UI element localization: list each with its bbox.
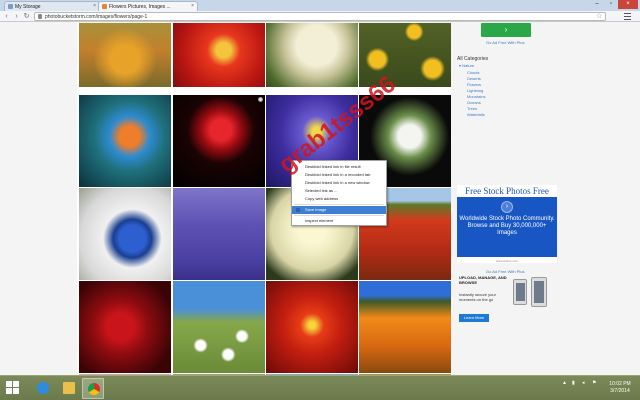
- context-menu-item-label: Save Image: [305, 207, 327, 212]
- tab-title: My Storage: [15, 4, 41, 10]
- page-info-icon: [38, 14, 42, 19]
- context-menu-item[interactable]: Selected link as ...: [292, 187, 386, 195]
- ad-subtext: Instantly secure your moments on the go: [459, 292, 496, 302]
- flower-image-tile[interactable]: [173, 281, 265, 373]
- context-menu-separator: [294, 215, 384, 216]
- context-menu-item[interactable]: Inspect element: [292, 217, 386, 225]
- address-bar[interactable]: photobucketstorm.com/images/flowers/page…: [34, 12, 606, 21]
- flower-image-tile[interactable]: [79, 281, 171, 373]
- category-link[interactable]: Clouds: [467, 70, 479, 75]
- windows-taskbar: ▲ ▮ ◂ ⚑ 10:02 PM 3/7/2014: [0, 375, 640, 400]
- web-page: Deskfold linked link in file result Desk…: [0, 23, 640, 375]
- flower-image-tile[interactable]: [79, 188, 171, 280]
- ad-banner: › Worldwide Stock Photo Community. Brows…: [457, 197, 557, 257]
- flower-image-tile[interactable]: [266, 23, 358, 87]
- browser-tab-bar: My Storage × Flowers Pictures, Images ..…: [0, 0, 640, 11]
- tab-favicon-icon: [102, 4, 107, 9]
- taskbar-clock[interactable]: 10:02 PM 3/7/2014: [604, 381, 636, 395]
- tab-favicon-icon: [8, 4, 13, 9]
- image-grid: Deskfold linked link in file result Desk…: [77, 23, 451, 375]
- clock-time: 10:02 PM: [609, 381, 631, 387]
- tab-flowers-pictures[interactable]: Flowers Pictures, Images ... ×: [98, 1, 198, 11]
- close-window-icon[interactable]: ×: [618, 0, 638, 9]
- phone-image-icon: [531, 277, 547, 307]
- address-bar-url: photobucketstorm.com/images/flowers/page…: [45, 14, 148, 20]
- volume-icon[interactable]: ◂: [582, 380, 585, 386]
- flower-image-tile[interactable]: [173, 95, 265, 187]
- save-image-icon: [296, 208, 300, 212]
- reload-icon[interactable]: ↻: [22, 12, 31, 21]
- category-link[interactable]: Trees: [467, 106, 477, 111]
- category-link[interactable]: Oceans: [467, 100, 481, 105]
- upload-app-ad[interactable]: UPLOAD, MANAGE, AND BROWSE Instantly sec…: [457, 275, 557, 329]
- browser-menu-icon[interactable]: [624, 13, 631, 20]
- phone-image-icon: [513, 279, 527, 305]
- category-link[interactable]: Lightning: [467, 88, 483, 93]
- category-link[interactable]: Mountains: [467, 94, 485, 99]
- network-icon[interactable]: ▮: [572, 380, 575, 386]
- chevron-right-icon[interactable]: ›: [501, 201, 513, 213]
- folder-icon: [63, 382, 75, 394]
- context-menu: Deskfold linked link in file result Desk…: [291, 160, 387, 226]
- category-link-nature[interactable]: ▾ Nature: [459, 63, 474, 68]
- bookmark-star-icon[interactable]: ☆: [596, 12, 602, 21]
- maximize-icon[interactable]: ▫: [604, 0, 618, 9]
- category-link[interactable]: Flowers: [467, 82, 481, 87]
- ad-title: Free Stock Photos Free: [457, 185, 557, 197]
- flower-image-tile[interactable]: [359, 23, 451, 87]
- learn-more-button[interactable]: Learn More: [459, 314, 489, 322]
- taskbar-chrome-icon[interactable]: [82, 378, 104, 399]
- internet-explorer-icon: [37, 382, 49, 394]
- category-link[interactable]: Waterfalls: [467, 112, 485, 117]
- flag-icon[interactable]: ⚑: [592, 380, 596, 386]
- taskbar-ie-icon[interactable]: [32, 378, 54, 399]
- tab-my-storage[interactable]: My Storage ×: [4, 1, 100, 11]
- flower-image-tile[interactable]: [79, 95, 171, 187]
- close-tab-icon[interactable]: ×: [191, 3, 194, 9]
- tab-title: Flowers Pictures, Images ...: [109, 4, 171, 10]
- ad-headline: UPLOAD, MANAGE, AND BROWSE: [459, 275, 507, 285]
- category-link[interactable]: Deserts: [467, 76, 481, 81]
- browser-toolbar: ‹ › ↻ photobucketstorm.com/images/flower…: [0, 11, 640, 22]
- context-menu-item[interactable]: Copy web address: [292, 195, 386, 203]
- minimize-icon[interactable]: –: [590, 0, 604, 9]
- flower-image-tile[interactable]: [173, 188, 265, 280]
- flower-image-tile[interactable]: [359, 281, 451, 373]
- tray-arrow-icon[interactable]: ▲: [562, 380, 567, 386]
- forward-icon[interactable]: ›: [12, 12, 21, 21]
- tile-options-icon[interactable]: [258, 97, 263, 102]
- flower-image-tile[interactable]: [79, 23, 171, 87]
- all-categories-heading: All Categories: [457, 56, 489, 62]
- stock-photos-ad[interactable]: Free Stock Photos Free › Worldwide Stock…: [457, 185, 557, 263]
- window-controls: – ▫ ×: [590, 0, 638, 10]
- start-icon[interactable]: [6, 381, 20, 395]
- download-button[interactable]: ›: [481, 23, 531, 37]
- context-menu-item[interactable]: Deskfold linked link in a recorded tab: [292, 171, 386, 179]
- chrome-icon: [88, 383, 100, 395]
- context-menu-separator: [294, 204, 384, 205]
- ad-text: Worldwide Stock Photo Community. Browse …: [459, 216, 555, 236]
- go-ad-free-link[interactable]: Go Ad Free With Plus: [486, 40, 524, 45]
- flower-image-tile[interactable]: [173, 23, 265, 87]
- ad-url: dreamstime.com: [495, 259, 519, 263]
- category-label: Nature: [462, 63, 475, 68]
- go-ad-free-link[interactable]: Go Ad Free With Plus: [486, 269, 524, 274]
- clock-date: 3/7/2014: [610, 388, 630, 394]
- taskbar-explorer-icon[interactable]: [58, 378, 80, 399]
- close-tab-icon[interactable]: ×: [93, 3, 96, 9]
- context-menu-item-save-image[interactable]: Save Image: [292, 206, 386, 214]
- context-menu-item[interactable]: Deskfold linked link in a new window: [292, 179, 386, 187]
- right-sidebar: › Go Ad Free With Plus All Categories ▾ …: [451, 23, 564, 375]
- back-icon[interactable]: ‹: [2, 12, 11, 21]
- flower-image-tile[interactable]: [266, 281, 358, 373]
